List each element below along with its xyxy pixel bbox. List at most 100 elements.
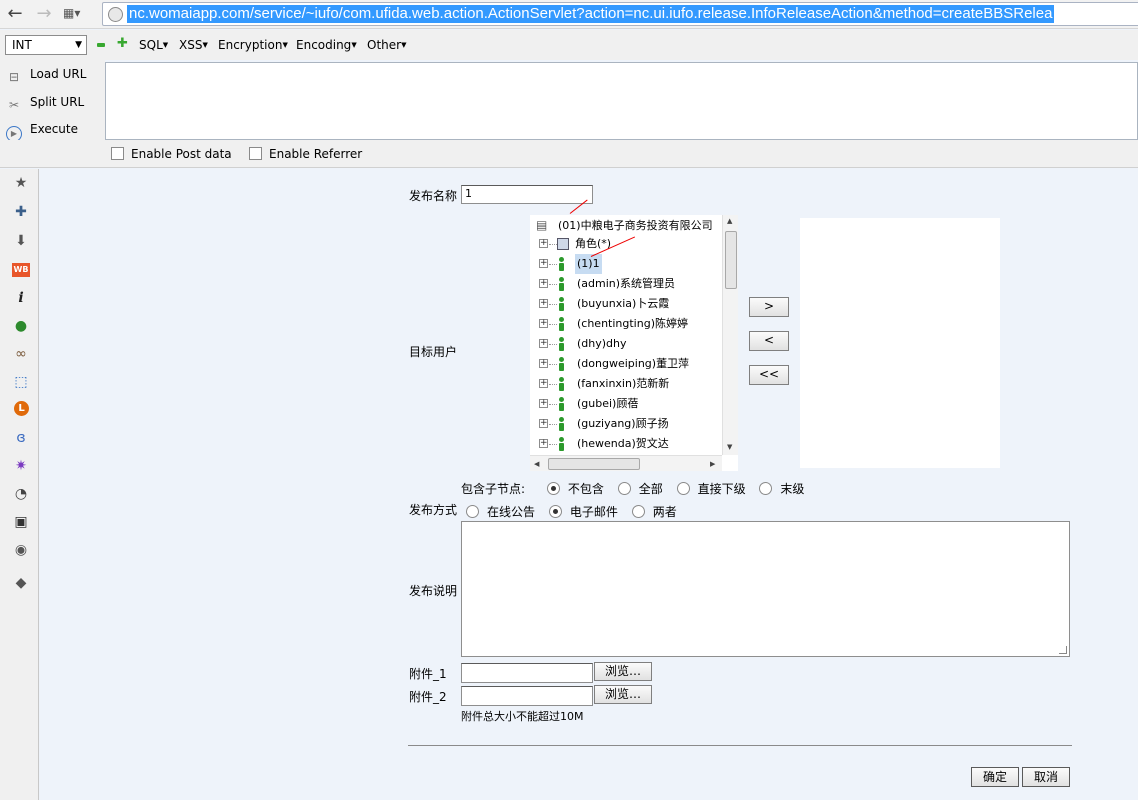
resize-handle-icon[interactable] xyxy=(1059,646,1067,654)
method-email-radio[interactable]: 电子邮件 xyxy=(548,503,618,520)
user-icon xyxy=(558,297,565,311)
expand-icon[interactable]: + xyxy=(539,439,548,448)
split-url-button[interactable]: ✂ Split URL xyxy=(6,93,84,112)
tree-item-user[interactable]: + (buyunxia)卜云霞 xyxy=(530,294,722,314)
scroll-thumb-horizontal[interactable] xyxy=(548,458,640,470)
forward-arrow-icon[interactable]: → xyxy=(34,4,54,24)
expand-icon[interactable]: + xyxy=(539,399,548,408)
info-icon[interactable]: i xyxy=(12,289,30,307)
tree-item-label: (admin)系统管理员 xyxy=(577,277,676,290)
user-icon xyxy=(558,437,565,451)
expand-icon[interactable]: + xyxy=(539,259,548,268)
user-icon xyxy=(558,377,565,391)
tree-item-user[interactable]: + (gubei)顾蓓 xyxy=(530,394,722,414)
selected-users-list[interactable] xyxy=(800,218,1000,468)
expand-icon[interactable]: + xyxy=(539,379,548,388)
enable-post-checkbox[interactable]: Enable Post data xyxy=(111,147,232,161)
include-leaf-radio[interactable]: 末级 xyxy=(759,480,804,497)
expand-icon[interactable]: + xyxy=(539,359,548,368)
include-children-label: 包含子节点: xyxy=(461,482,526,496)
load-url-button[interactable]: ⊟ Load URL xyxy=(6,65,86,84)
user-icon xyxy=(558,317,565,331)
tree-root[interactable]: ▤ (01)中粮电子商务投资有限公司 xyxy=(530,216,722,236)
release-name-input[interactable]: 1 xyxy=(461,185,593,204)
remove-user-button[interactable]: < xyxy=(749,331,789,351)
type-select-value: INT xyxy=(12,38,32,52)
layout-icon[interactable]: ▣ xyxy=(12,513,30,531)
cancel-button[interactable]: 取消 xyxy=(1022,767,1070,787)
menu-encryption[interactable]: Encryption▼ xyxy=(218,38,288,52)
type-select[interactable]: INT ▼ xyxy=(5,35,87,55)
expand-icon[interactable]: + xyxy=(539,239,548,248)
tree-item-user[interactable]: + (1)1 xyxy=(530,254,722,274)
expand-icon[interactable]: + xyxy=(539,419,548,428)
firebug-icon[interactable]: ✷ xyxy=(12,457,30,475)
remove-all-button[interactable]: << xyxy=(749,365,789,385)
star-icon[interactable]: ★ xyxy=(12,174,30,192)
method-online-radio[interactable]: 在线公告 xyxy=(466,503,535,520)
expand-icon[interactable]: + xyxy=(539,339,548,348)
attach1-input[interactable] xyxy=(461,663,593,683)
scroll-thumb[interactable] xyxy=(725,231,737,289)
puzzle-icon[interactable]: ✚ xyxy=(12,203,30,221)
scroll-right-icon[interactable]: ▶ xyxy=(710,460,715,468)
tree-vertical-scrollbar[interactable]: ▲ ▼ xyxy=(722,215,738,455)
expand-icon[interactable]: + xyxy=(539,279,548,288)
expand-icon[interactable]: + xyxy=(539,299,548,308)
binoculars-icon[interactable]: ∞ xyxy=(12,345,30,363)
tree-item-user[interactable]: + (hewenda)贺文达 xyxy=(530,434,722,454)
green-ball-icon[interactable]: ● xyxy=(12,317,30,335)
globe-icon[interactable]: ◉ xyxy=(12,541,30,559)
selector-icon[interactable]: ⬚ xyxy=(12,373,30,391)
scroll-down-icon[interactable]: ▼ xyxy=(727,443,732,451)
expand-icon[interactable]: + xyxy=(539,319,548,328)
minus-icon[interactable] xyxy=(97,43,105,47)
add-user-button[interactable]: > xyxy=(749,297,789,317)
web-developer-icon[interactable]: WB xyxy=(12,263,30,277)
apps-grid-icon[interactable]: ▦▾ xyxy=(63,6,91,22)
url-bar[interactable]: nc.womaiapp.com/service/~iufo/com.ufida.… xyxy=(102,2,1138,26)
back-arrow-icon[interactable]: ← xyxy=(5,4,25,24)
tree-root-label: (01)中粮电子商务投资有限公司 xyxy=(558,219,713,232)
menu-encoding[interactable]: Encoding▼ xyxy=(296,38,357,52)
hackbar-url-textarea[interactable] xyxy=(105,62,1138,140)
tree-item-user[interactable]: + (chentingting)陈婷婷 xyxy=(530,314,722,334)
download-arrow-icon[interactable]: ⬇ xyxy=(12,232,30,250)
tree-item-user[interactable]: + (fanxinxin)范新新 xyxy=(530,374,722,394)
hackbar-toolbar: INT ▼ ✚ SQL▼ XSS▼ Encryption▼ Encoding▼ … xyxy=(0,30,1138,60)
tree-item-user[interactable]: + (dhy)dhy xyxy=(530,334,722,354)
attach2-input[interactable] xyxy=(461,686,593,706)
tree-item-label: (dongweiping)董卫萍 xyxy=(577,357,690,370)
release-desc-textarea[interactable] xyxy=(461,521,1070,657)
method-both-radio[interactable]: 两者 xyxy=(631,503,677,520)
ok-button[interactable]: 确定 xyxy=(971,767,1019,787)
l-badge-icon[interactable]: L xyxy=(14,401,29,416)
scroll-left-icon[interactable]: ◀ xyxy=(534,460,539,468)
tree-item-user[interactable]: + (guziyang)顾子扬 xyxy=(530,414,722,434)
tree-item-role[interactable]: + 角色(*) xyxy=(530,234,722,254)
url-text[interactable]: nc.womaiapp.com/service/~iufo/com.ufida.… xyxy=(127,5,1055,23)
scroll-up-icon[interactable]: ▲ xyxy=(727,217,732,225)
include-direct-radio[interactable]: 直接下级 xyxy=(676,480,746,497)
menu-other[interactable]: Other▼ xyxy=(367,38,406,52)
attach-size-note: 附件总大小不能超过10M xyxy=(461,710,584,723)
include-all-radio[interactable]: 全部 xyxy=(617,480,663,497)
menu-sql[interactable]: SQL▼ xyxy=(139,38,168,52)
enable-referrer-checkbox[interactable]: Enable Referrer xyxy=(249,147,362,161)
attach1-browse-button[interactable]: 浏览… xyxy=(594,662,652,681)
execute-button[interactable]: ▶ Execute xyxy=(6,120,78,142)
target-user-label: 目标用户 xyxy=(409,345,458,359)
palette-icon[interactable]: ◔ xyxy=(12,485,30,503)
plus-icon[interactable]: ✚ xyxy=(117,37,128,50)
tree-item-label: (buyunxia)卜云霞 xyxy=(577,297,670,310)
swirl-icon[interactable]: ɞ xyxy=(12,429,30,447)
attach2-browse-button[interactable]: 浏览… xyxy=(594,685,652,704)
tree-horizontal-scrollbar[interactable]: ◀ ▶ xyxy=(530,455,722,471)
tree-item-user[interactable]: + (dongweiping)董卫萍 xyxy=(530,354,722,374)
menu-xss[interactable]: XSS▼ xyxy=(179,38,208,52)
eraser-icon[interactable]: ◆ xyxy=(12,574,30,592)
tree-item-user[interactable]: + (admin)系统管理员 xyxy=(530,274,722,294)
include-children-group: 包含子节点: 不包含 全部 直接下级 末级 xyxy=(461,480,814,497)
user-icon xyxy=(558,357,565,371)
include-none-radio[interactable]: 不包含 xyxy=(546,480,604,497)
